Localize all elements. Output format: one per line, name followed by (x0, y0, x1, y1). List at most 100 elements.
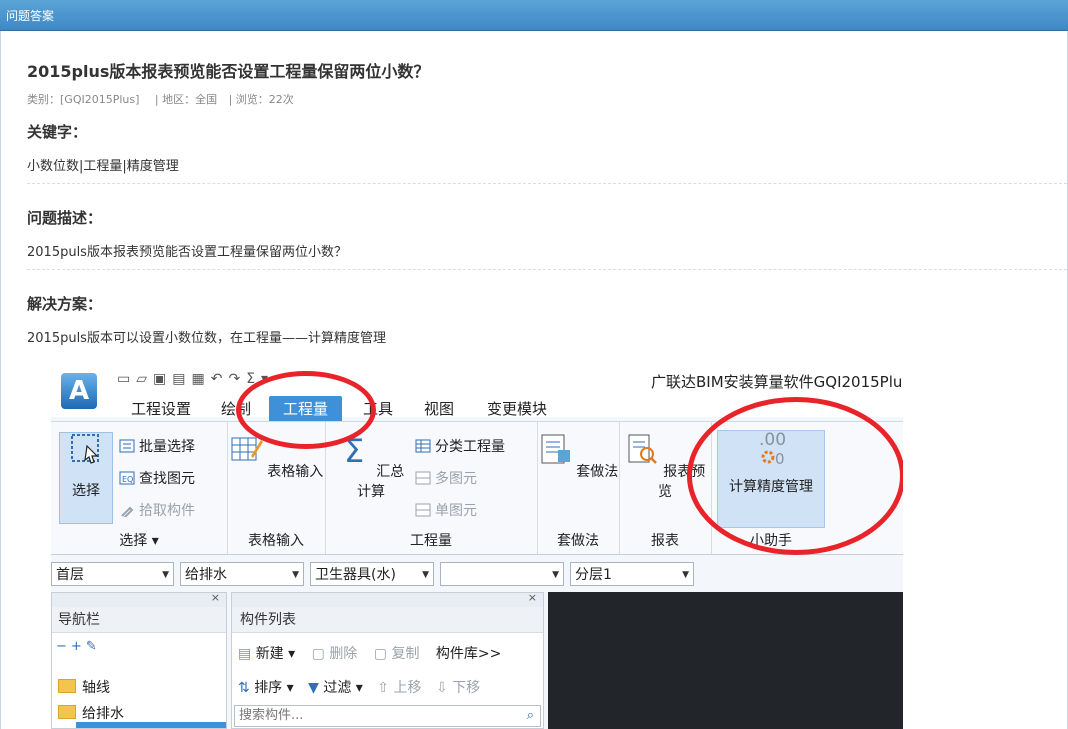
expand-all-icon[interactable]: + (71, 639, 86, 654)
tab-change-module[interactable]: 变更模块 (487, 398, 547, 419)
discipline-select[interactable]: 给排水 ▼ (180, 562, 304, 586)
filter-icon: ▼ (308, 680, 319, 696)
group-report-label: 报表 (651, 533, 679, 549)
new-button[interactable]: ▤ 新建 ▾ (238, 646, 295, 662)
discipline-select-value: 给排水 (185, 567, 227, 583)
close-icon[interactable]: × (528, 591, 537, 604)
bim-icon: ▦ (191, 371, 211, 387)
find-element-label: 查找图元 (139, 471, 195, 487)
keywords-text: 小数位数|工程量|精度管理 (27, 159, 179, 174)
frame-border-left (0, 31, 1, 729)
set-method-label: 套做法 (576, 464, 619, 480)
open-folder-icon: ▱ (136, 371, 154, 387)
svg-text:EQ: EQ (122, 475, 133, 484)
component-type-select-value: 卫生器具(水) (315, 567, 396, 583)
move-up-label: 上移 (393, 680, 422, 696)
sort-icon: ⇅ (238, 680, 250, 696)
table-input-label: 表格输入 (267, 464, 324, 480)
group-set-method: 套做法 套做法 (537, 422, 620, 554)
layer-select[interactable]: 分层1 ▼ (570, 562, 694, 586)
new-label: 新建 (255, 646, 284, 662)
component-library-button[interactable]: 构件库>> (436, 646, 501, 662)
search-icon[interactable]: ⌕ (527, 706, 534, 726)
single-element-icon (415, 503, 431, 517)
select-button[interactable]: 选择 (61, 432, 111, 500)
copy-icon: ▢ (373, 646, 387, 662)
close-icon[interactable]: × (211, 591, 220, 604)
new-file-icon: ▭ (117, 371, 137, 387)
layer-select-value: 分层1 (575, 567, 612, 583)
question-meta: 类别：[GQI2015Plus] | 地区：全国 | 浏览：22次 (27, 91, 294, 107)
multi-element-button[interactable]: 多图元 (415, 468, 477, 488)
nav-item-axis[interactable]: 轴线 (58, 677, 110, 697)
chevron-down-icon: ▼ (552, 570, 559, 580)
move-up-button[interactable]: ⇧ 上移 (377, 680, 421, 696)
delete-button[interactable]: ▢ 删除 (312, 646, 358, 662)
floor-select[interactable]: 首层 ▼ (51, 562, 174, 586)
sort-label: 排序 (254, 680, 283, 696)
batch-select-icon (119, 439, 135, 453)
annotation-circle-quantity-tab (236, 371, 376, 449)
nav-item-label: 轴线 (82, 680, 110, 696)
arrow-down-icon: ⇩ (435, 680, 448, 696)
component-select[interactable]: ▼ (440, 562, 564, 586)
component-toolbar-row-2: ⇅ 排序 ▾ ▼ 过滤 ▾ ⇧ 上移 ⇩ 下移 (238, 677, 480, 697)
classify-quantity-icon (415, 439, 431, 453)
group-set-method-label: 套做法 (557, 533, 599, 549)
search-placeholder: 搜索构件... (239, 708, 304, 723)
solution-heading: 解决方案： (27, 295, 103, 313)
sort-button[interactable]: ⇅ 排序 ▾ (238, 680, 294, 696)
group-select: 选择 批量选择 EQ 查找图元 拾取构件 选择 ▾ (51, 422, 228, 554)
move-down-button[interactable]: ⇩ 下移 (436, 680, 480, 696)
select-label: 选择 (72, 483, 100, 499)
component-list-panel: × 构件列表 ▤ 新建 ▾ ▢ 删除 ▢ 复制 构件库>> ⇅ 排序 ▾ ▼ 过… (231, 591, 544, 729)
page-header-title: 问题答案 (6, 9, 55, 23)
gql-icon: ▤ (172, 371, 192, 387)
nav-item-plumbing[interactable]: 给排水 (58, 703, 124, 723)
pick-component-icon (121, 506, 134, 517)
component-list-title: 构件列表 (232, 607, 543, 633)
solution-text: 2015puls版本可以设置小数位数，在工程量——计算精度管理 (27, 331, 386, 346)
chevron-down-icon: ▼ (422, 570, 429, 580)
drawing-canvas[interactable] (548, 592, 903, 729)
edit-icon[interactable]: ✎ (86, 639, 101, 654)
filter-button[interactable]: ▼ 过滤 ▾ (308, 680, 363, 696)
selected-row-highlight (76, 722, 226, 728)
sum-calc-label: 汇总计算 (357, 464, 405, 500)
set-method-button[interactable]: 套做法 (537, 432, 619, 481)
copy-button[interactable]: ▢ 复制 (374, 646, 420, 662)
description-text: 2015puls版本报表预览能否设置工程量保留两位小数？ (27, 245, 347, 260)
group-select-label[interactable]: 选择 ▾ (51, 530, 227, 550)
pick-component-label: 拾取构件 (139, 503, 195, 519)
find-element-button[interactable]: EQ 查找图元 (119, 468, 195, 488)
copy-label: 复制 (391, 646, 420, 662)
group-table-input-label: 表格输入 (248, 533, 304, 549)
navigation-toolbar: −+✎ (56, 639, 101, 654)
keywords-heading: 关键字： (27, 123, 88, 141)
collapse-all-icon[interactable]: − (56, 639, 71, 654)
filter-label: 过滤 (323, 680, 352, 696)
tab-project-settings[interactable]: 工程设置 (131, 398, 191, 419)
component-list-header: × (232, 591, 543, 607)
classify-quantity-button[interactable]: 分类工程量 (415, 436, 505, 456)
delete-icon: ▢ (311, 646, 325, 662)
component-search-input[interactable]: 搜索构件... ⌕ (234, 705, 541, 727)
filter-combo-bar: 首层 ▼ 给排水 ▼ 卫生器具(水) ▼ ▼ 分层1 ▼ (51, 560, 903, 590)
classify-quantity-label: 分类工程量 (435, 439, 505, 455)
app-title: 广联达BIM安装算量软件GQI2015Plu (651, 373, 903, 391)
component-type-select[interactable]: 卫生器具(水) ▼ (310, 562, 434, 586)
single-element-button[interactable]: 单图元 (415, 500, 477, 520)
annotation-circle-calc-precision (687, 397, 903, 555)
navigation-panel-title: 导航栏 (52, 607, 226, 633)
tab-view[interactable]: 视图 (424, 398, 454, 419)
pick-component-button[interactable]: 拾取构件 (119, 500, 195, 520)
batch-select-button[interactable]: 批量选择 (119, 436, 195, 456)
new-icon: ▤ (238, 646, 252, 662)
group-quantity-label: 工程量 (410, 533, 452, 549)
divider (27, 269, 1067, 270)
arrow-up-icon: ⇧ (377, 680, 390, 696)
meta-views: | 浏览：22次 (228, 93, 294, 106)
group-quantity: Σ 汇总计算 分类工程量 多图元 单图元 工程量 (325, 422, 538, 554)
nav-item-label: 给排水 (82, 706, 124, 722)
meta-category: 类别：[GQI2015Plus] (27, 93, 140, 106)
